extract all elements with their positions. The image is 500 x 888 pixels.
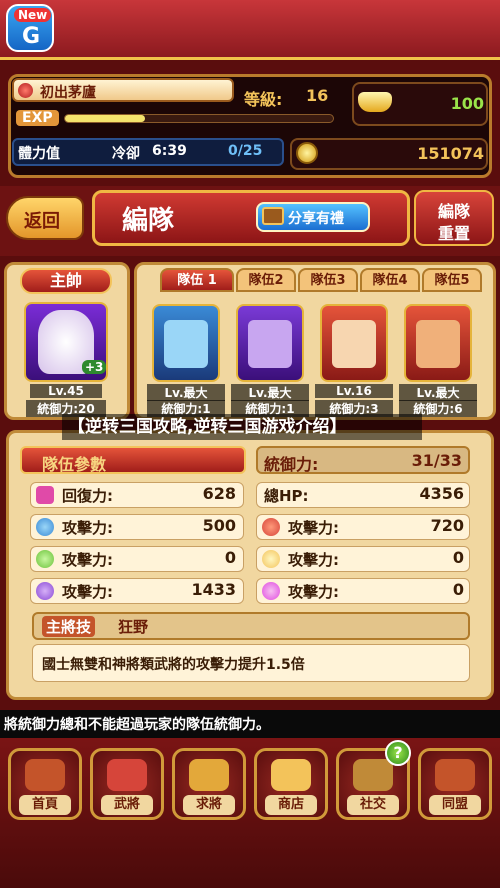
top-bar [0,0,500,60]
reset-label-line1: 編隊 [437,202,470,221]
ingot-value: 100 [450,94,484,113]
stamina-label: 體力值 [18,146,60,162]
coin-icon [296,142,318,164]
tab-team-4[interactable]: 隊伍4 [360,268,420,292]
member-level: Lv.16 [315,384,393,398]
heart-recovery-icon [36,486,54,504]
stat-value: 720 [430,516,464,535]
member-level: Lv.最大 [147,384,225,401]
stat-label: 總HP: [264,487,309,505]
team-member-slot[interactable] [152,304,220,382]
stat-value: 4356 [419,484,464,503]
stat-value: 628 [202,484,236,503]
app-icon[interactable]: New G [6,4,54,52]
tab-team-3[interactable]: 隊伍3 [298,268,358,292]
handshake-icon [353,759,393,791]
stat-label: 攻擊力: [288,519,339,537]
scroll-item-icon [164,320,208,368]
stat-label: 攻擊力: [288,583,339,601]
nav-alliance-button[interactable]: 同盟 [418,748,492,820]
nav-home-label: 首頁 [19,795,71,815]
leader-header: 主帥 [20,268,112,294]
cooldown-label: 冷卻 [112,146,140,162]
stat-value: 0 [452,580,464,599]
page-title: 編隊 [122,206,175,236]
cooldown-time: 6:39 [152,143,187,159]
water-element-icon [36,518,54,536]
command-value: 31/33 [411,451,462,470]
exp-bar-fill [65,115,145,122]
member-level: Lv.最大 [399,384,477,401]
nav-generals-button[interactable]: 武將 [90,748,164,820]
stat-value: 1433 [191,580,236,599]
stat-label: 回復力: [62,487,113,505]
tab-team-5[interactable]: 隊伍5 [422,268,482,292]
command-label: 統御力: [264,455,319,474]
tab-team-1[interactable]: 隊伍 1 [160,268,234,292]
nav-shop-label: 商店 [265,795,317,815]
back-button-label: 返回 [24,211,60,232]
tab-team-2[interactable]: 隊伍2 [236,268,296,292]
stat-label: 攻擊力: [62,583,113,601]
nav-home-button[interactable]: 首頁 [8,748,82,820]
app-glyph: G [22,24,41,49]
player-icon [18,83,33,98]
helmet-icon [107,759,147,791]
nav-recruit-button[interactable]: 求將 [172,748,246,820]
gold-ingot-icon [358,92,392,112]
banner-flag-icon [435,759,475,791]
light-element-icon [262,550,280,568]
leader-header-label: 主帥 [49,271,82,290]
team-member-slot[interactable] [320,304,388,382]
help-badge[interactable]: ? [385,740,411,766]
stamina-value: 0/25 [228,143,263,159]
nav-generals-label: 武將 [101,795,153,815]
params-title: 隊伍參數 [20,446,246,474]
nav-shop-button[interactable]: 商店 [254,748,328,820]
info-text: 將統御力總和不能超過玩家的隊伍統御力。 [4,717,270,733]
coin-value: 151074 [417,144,484,163]
exp-label: EXP [16,110,59,126]
new-badge: New [14,8,52,22]
nav-recruit-label: 求將 [183,795,235,815]
nav-alliance-label: 同盟 [429,795,481,815]
heart-element-icon [262,582,280,600]
level-value: 16 [306,86,329,105]
leader-plus-badge: +3 [82,360,107,374]
stat-label: 攻擊力: [288,551,339,569]
wood-element-icon [36,550,54,568]
dark-element-icon [36,582,54,600]
reset-label-line2: 重置 [437,224,470,243]
stat-value: 500 [202,516,236,535]
article-title-overlay: 【逆转三国攻略,逆转三国游戏介绍】 [62,414,422,440]
house-icon [25,759,65,791]
player-name-box: 初出茅廬 [12,78,234,102]
fire-element-icon [262,518,280,536]
back-button[interactable]: 返回 [6,196,84,240]
leader-skill-row [32,612,470,640]
treasure-chest-icon [262,207,284,225]
gold-pile-icon [271,759,311,791]
recruit-sign-icon [189,759,229,791]
scroll-item-icon [248,320,292,368]
skill-description: 國士無雙和神將類武將的攻擊力提升1.5倍 [42,657,305,673]
leader-skill-name: 狂野 [118,618,149,636]
team-member-slot[interactable] [404,304,472,382]
stat-label: 攻擊力: [62,551,113,569]
stat-value: 0 [452,548,464,567]
stat-label: 攻擊力: [62,519,113,537]
warrior-portrait-icon [332,320,376,368]
leader-level: Lv.45 [30,384,102,398]
stat-value: 0 [224,548,236,567]
nav-social-label: 社交 [347,795,399,815]
general-portrait-icon [416,320,460,368]
player-name: 初出茅廬 [40,85,96,101]
level-label: 等級: [244,90,283,109]
leader-skill-label: 主將技 [42,616,96,637]
member-level: Lv.最大 [231,384,309,401]
params-title-label: 隊伍參數 [42,455,107,474]
team-member-slot[interactable] [236,304,304,382]
reset-team-button[interactable]: 編隊 重置 [414,190,494,246]
share-button-label: 分享有禮 [288,211,344,227]
